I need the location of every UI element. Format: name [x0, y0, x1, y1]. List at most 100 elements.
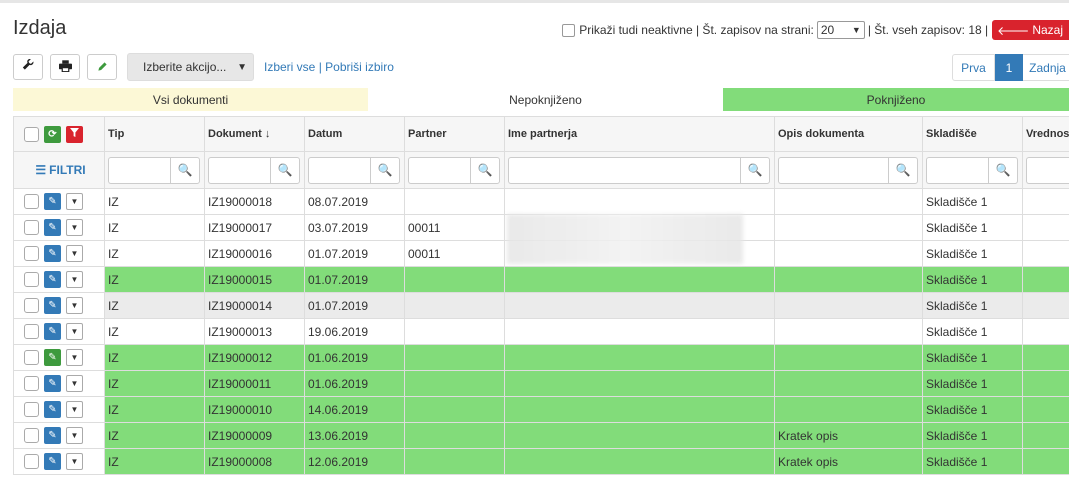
- row-edit-button[interactable]: ✎: [44, 453, 61, 470]
- action-select[interactable]: Izberite akcijo... ▼: [127, 53, 254, 81]
- row-checkbox[interactable]: [24, 246, 39, 261]
- filter-input-vrednost[interactable]: [1026, 156, 1069, 184]
- row-menu-button[interactable]: ▼: [66, 193, 83, 210]
- row-menu-button[interactable]: ▼: [66, 453, 83, 470]
- print-button[interactable]: [50, 54, 80, 80]
- row-checkbox[interactable]: [24, 220, 39, 235]
- cell-tip: IZ: [104, 188, 205, 215]
- filter-input-dokument[interactable]: [208, 156, 270, 184]
- printer-icon: [58, 59, 72, 75]
- show-inactive-checkbox[interactable]: [562, 23, 576, 37]
- select-all-link[interactable]: Izberi vse: [264, 60, 315, 74]
- row-edit-button[interactable]: ✎: [44, 401, 61, 418]
- refresh-button[interactable]: ⟳: [44, 125, 61, 143]
- row-checkbox[interactable]: [24, 376, 39, 391]
- filter-input-tip[interactable]: [108, 156, 170, 184]
- clear-selection-link[interactable]: Pobriši izbiro: [325, 60, 394, 74]
- table-row[interactable]: ✎ ▼ IZ IZ19000009 13.06.2019 Kratek opis Sklad…: [13, 422, 1069, 449]
- filter-search-button[interactable]: 🔍: [888, 156, 918, 184]
- col-header-dokument[interactable]: Dokument ↓: [204, 116, 305, 152]
- table-row[interactable]: ✎ ▼ IZ IZ19000013 19.06.2019 Skladišče 1: [13, 318, 1069, 345]
- row-edit-button[interactable]: ✎: [44, 245, 61, 262]
- col-header-tip[interactable]: Tip: [104, 116, 205, 152]
- table-row[interactable]: ✎ ▼ IZ IZ19000008 12.06.2019 Kratek opis Sklad…: [13, 448, 1069, 475]
- filter-input-partner[interactable]: [408, 156, 470, 184]
- filter-input-skladisce[interactable]: [926, 156, 988, 184]
- filter-search-button[interactable]: 🔍: [740, 156, 770, 184]
- col-header-vrednost[interactable]: Vrednost: [1022, 116, 1069, 152]
- caret-down-icon: ▼: [70, 379, 79, 388]
- table-row[interactable]: ✎ ▼ IZ IZ19000012 01.06.2019 Skladišče 1: [13, 344, 1069, 371]
- table-row[interactable]: ✎ ▼ IZ IZ19000011 01.06.2019 Skladišče 1: [13, 370, 1069, 397]
- row-menu-button[interactable]: ▼: [66, 401, 83, 418]
- row-menu-button[interactable]: ▼: [66, 297, 83, 314]
- col-header-skladisce[interactable]: Skladišče: [922, 116, 1023, 152]
- table-row[interactable]: ✎ ▼ IZ IZ19000018 08.07.2019 Skladišče 1: [13, 188, 1069, 215]
- cell-datum: 14.06.2019: [304, 396, 405, 423]
- row-checkbox[interactable]: [24, 298, 39, 313]
- pager-first[interactable]: Prva: [952, 54, 995, 81]
- pager-current[interactable]: 1: [995, 54, 1023, 81]
- tab-unposted[interactable]: Nepoknjiženo: [368, 88, 723, 111]
- table-row[interactable]: ✎ ▼ IZ IZ19000015 01.07.2019 Skladišče 1: [13, 266, 1069, 293]
- cell-tip: IZ: [104, 370, 205, 397]
- row-checkbox[interactable]: [24, 454, 39, 469]
- filter-input-ime-partnerja[interactable]: [508, 156, 740, 184]
- refresh-icon: ⟳: [48, 128, 57, 140]
- col-header-partner[interactable]: Partner: [404, 116, 505, 152]
- pager-last[interactable]: Zadnja: [1023, 54, 1069, 81]
- cell-vrednost: [1022, 448, 1069, 475]
- filter-search-button[interactable]: 🔍: [170, 156, 200, 184]
- back-button[interactable]: 🡐 Nazaj: [992, 20, 1069, 40]
- row-checkbox[interactable]: [24, 324, 39, 339]
- row-menu-button[interactable]: ▼: [66, 219, 83, 236]
- select-all-checkbox[interactable]: [24, 126, 39, 142]
- edit-button[interactable]: [87, 54, 117, 80]
- cell-dokument: IZ19000012: [204, 344, 305, 371]
- filter-input-datum[interactable]: [308, 156, 370, 184]
- row-edit-button[interactable]: ✎: [44, 323, 61, 340]
- row-checkbox[interactable]: [24, 428, 39, 443]
- filter-search-button[interactable]: 🔍: [470, 156, 500, 184]
- col-header-opis-dokumenta[interactable]: Opis dokumenta: [774, 116, 923, 152]
- cell-partner: [404, 396, 505, 423]
- wrench-button[interactable]: [13, 54, 43, 80]
- cell-partner: [404, 448, 505, 475]
- row-edit-button[interactable]: ✎: [44, 193, 61, 210]
- tab-all-documents[interactable]: Vsi dokumenti: [13, 88, 368, 111]
- row-menu-button[interactable]: ▼: [66, 323, 83, 340]
- filter-button[interactable]: [66, 125, 83, 143]
- per-page-select[interactable]: 20 ▼: [816, 21, 865, 39]
- row-edit-button[interactable]: ✎: [44, 219, 61, 236]
- row-edit-button[interactable]: ✎: [44, 297, 61, 314]
- row-edit-button[interactable]: ✎: [44, 427, 61, 444]
- tab-posted[interactable]: Poknjiženo: [723, 88, 1069, 111]
- row-edit-button[interactable]: ✎: [44, 349, 61, 366]
- row-menu-button[interactable]: ▼: [66, 349, 83, 366]
- row-checkbox[interactable]: [24, 350, 39, 365]
- cell-skladisce: Skladišče 1: [922, 188, 1023, 215]
- filter-input-opis[interactable]: [778, 156, 888, 184]
- cell-datum: 01.07.2019: [304, 240, 405, 267]
- col-header-datum[interactable]: Datum: [304, 116, 405, 152]
- filter-search-button[interactable]: 🔍: [988, 156, 1018, 184]
- cell-vrednost: [1022, 292, 1069, 319]
- filters-cell[interactable]: ☰ FILTRI: [13, 151, 105, 189]
- filter-search-button[interactable]: 🔍: [370, 156, 400, 184]
- table-row[interactable]: ✎ ▼ IZ IZ19000014 01.07.2019 Skladišče 1: [13, 292, 1069, 319]
- row-edit-button[interactable]: ✎: [44, 271, 61, 288]
- table-row[interactable]: ✎ ▼ IZ IZ19000010 14.06.2019 Skladišče 1: [13, 396, 1069, 423]
- row-menu-button[interactable]: ▼: [66, 375, 83, 392]
- row-menu-button[interactable]: ▼: [66, 427, 83, 444]
- col-header-ime-partnerja[interactable]: Ime partnerja: [504, 116, 775, 152]
- filter-search-button[interactable]: 🔍: [270, 156, 300, 184]
- row-checkbox[interactable]: [24, 272, 39, 287]
- back-button-label: Nazaj: [1032, 23, 1063, 37]
- cell-datum: 13.06.2019: [304, 422, 405, 449]
- total-records-label: | Št. vseh zapisov: 18 |: [867, 23, 989, 37]
- row-edit-button[interactable]: ✎: [44, 375, 61, 392]
- row-menu-button[interactable]: ▼: [66, 271, 83, 288]
- row-menu-button[interactable]: ▼: [66, 245, 83, 262]
- row-checkbox[interactable]: [24, 402, 39, 417]
- row-checkbox[interactable]: [24, 194, 39, 209]
